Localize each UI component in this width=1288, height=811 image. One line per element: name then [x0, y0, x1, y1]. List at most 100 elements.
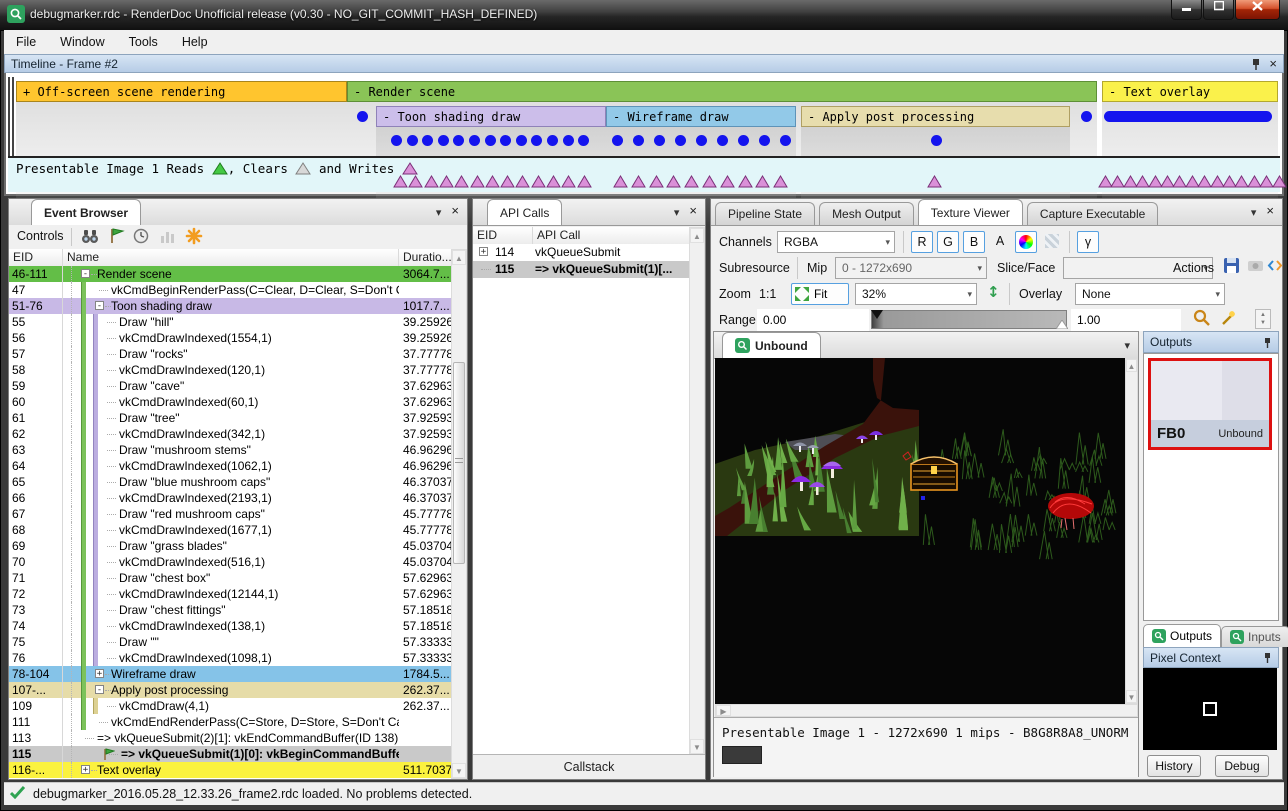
scroll-up-arrow[interactable]: ▲	[690, 228, 704, 243]
timeline-draw-dot[interactable]	[357, 111, 368, 122]
menu-tools[interactable]: Tools	[117, 35, 170, 49]
event-row[interactable]: 115=> vkQueueSubmit(1)[0]: vkBeginComman…	[9, 746, 451, 762]
bookmark-flag-icon[interactable]	[107, 227, 125, 245]
find-icon[interactable]	[81, 228, 99, 246]
timeline-draw-dot[interactable]	[931, 135, 942, 146]
texture-image[interactable]	[715, 358, 1125, 704]
overlay-select[interactable]: None▾	[1075, 283, 1225, 305]
history-button[interactable]: History	[1147, 755, 1201, 777]
channel-r-button[interactable]: R	[911, 231, 933, 253]
col-duration[interactable]: Duratio...	[399, 249, 451, 266]
scroll-right-arrow[interactable]: ▶	[716, 705, 731, 716]
zoom-1to1-button[interactable]: 1:1	[759, 287, 776, 301]
scroll-thumb[interactable]	[453, 362, 465, 564]
event-row[interactable]: 60vkCmdDrawIndexed(60,1)37.62963	[9, 394, 451, 410]
write-event-triangle[interactable]	[738, 175, 753, 188]
scroll-down-arrow[interactable]: ▼	[690, 739, 704, 754]
close-panel-icon[interactable]: ×	[689, 206, 697, 219]
minimize-button[interactable]	[1171, 0, 1202, 20]
write-event-triangle[interactable]	[485, 175, 500, 188]
write-event-triangle[interactable]	[408, 175, 423, 188]
write-event-triangle[interactable]	[500, 175, 515, 188]
event-row[interactable]: 74vkCmdDrawIndexed(138,1)57.18518	[9, 618, 451, 634]
event-row[interactable]: 69Draw "grass blades"45.03704	[9, 538, 451, 554]
timeline-draw-dot[interactable]	[633, 135, 644, 146]
scroll-up-arrow[interactable]: ▲	[452, 250, 466, 265]
api-call-row[interactable]: 115=> vkQueueSubmit(1)[...	[473, 261, 689, 278]
tab-capture-executable[interactable]: Capture Executable	[1027, 202, 1158, 225]
event-row[interactable]: 70vkCmdDrawIndexed(516,1)45.03704	[9, 554, 451, 570]
event-row[interactable]: 55Draw "hill"39.25926	[9, 314, 451, 330]
timeline-draw-capsule[interactable]	[1104, 111, 1272, 122]
timeline-draw-dot[interactable]	[563, 135, 574, 146]
timeline-draw-dot[interactable]	[738, 135, 749, 146]
event-row[interactable]: 64vkCmdDrawIndexed(1062,1)46.96296	[9, 458, 451, 474]
zoom-range-icon[interactable]	[1193, 309, 1211, 327]
close-button[interactable]	[1235, 0, 1280, 20]
timeline-draw-dot[interactable]	[516, 135, 527, 146]
mip-select[interactable]: 0 - 1272x690▾	[835, 257, 987, 279]
write-event-triangle[interactable]	[454, 175, 469, 188]
tab-mesh-output[interactable]: Mesh Output	[819, 202, 914, 225]
texture-hscrollbar[interactable]: ◀ ▶	[715, 704, 1138, 717]
event-row[interactable]: 111vkCmdEndRenderPass(C=Store, D=Store, …	[9, 714, 451, 730]
timeline-draw-dot[interactable]	[696, 135, 707, 146]
write-event-triangle[interactable]	[424, 175, 439, 188]
menu-file[interactable]: File	[4, 35, 48, 49]
write-event-triangle[interactable]	[755, 175, 770, 188]
timeline-draw-dot[interactable]	[759, 135, 770, 146]
event-table-body[interactable]: 46-111-Render scene3064.7...47vkCmdBegin…	[9, 266, 451, 779]
pixel-context-header[interactable]: Pixel Context	[1143, 647, 1279, 668]
pin-icon[interactable]	[1263, 337, 1272, 348]
channel-a-button[interactable]: B	[963, 231, 985, 253]
tab-api-calls[interactable]: API Calls	[487, 199, 562, 225]
texture-vscrollbar[interactable]: ▲ ▼	[1125, 358, 1138, 704]
api-call-row[interactable]: +114vkQueueSubmit	[473, 244, 689, 261]
event-row[interactable]: 59Draw "cave"37.62963	[9, 378, 451, 394]
range-min-field[interactable]: 0.00	[757, 309, 869, 331]
timeline-draw-dot[interactable]	[654, 135, 665, 146]
custom-star-icon[interactable]	[185, 227, 203, 245]
event-row[interactable]: 61Draw "tree"37.92593	[9, 410, 451, 426]
menu-window[interactable]: Window	[48, 35, 116, 49]
timeline-marker-bar[interactable]: - Render scene	[347, 81, 1097, 102]
write-event-triangle[interactable]	[546, 175, 561, 188]
write-event-triangle[interactable]	[666, 175, 681, 188]
write-event-triangle[interactable]	[684, 175, 699, 188]
timeline-marker-bar[interactable]: + Off-screen scene rendering	[16, 81, 347, 102]
write-event-triangle[interactable]	[515, 175, 530, 188]
event-row[interactable]: 113=> vkQueueSubmit(2)[1]: vkEndCommandB…	[9, 730, 451, 746]
timeline-draw-dot[interactable]	[407, 135, 418, 146]
event-row[interactable]: 75Draw ""57.33333	[9, 634, 451, 650]
fb0-thumbnail[interactable]: FB0 Unbound	[1148, 358, 1272, 450]
write-event-triangle[interactable]	[773, 175, 788, 188]
write-event-triangle[interactable]	[927, 175, 942, 188]
event-row[interactable]: 72vkCmdDrawIndexed(12144,1)57.62963	[9, 586, 451, 602]
menu-help[interactable]: Help	[170, 35, 220, 49]
write-event-triangle[interactable]	[1272, 175, 1287, 188]
scroll-down-arrow[interactable]: ▼	[452, 763, 466, 778]
write-event-triangle[interactable]	[531, 175, 546, 188]
timeline-marker-bar[interactable]: - Apply post processing	[801, 106, 1070, 127]
write-event-triangle[interactable]	[649, 175, 664, 188]
event-row[interactable]: 107-...-Apply post processing262.37...	[9, 682, 451, 698]
event-table-header[interactable]: EID Name Duratio...	[9, 249, 451, 267]
scroll-down-arrow[interactable]: ▼	[1126, 690, 1137, 703]
api-table-header[interactable]: EID API Call	[473, 227, 689, 245]
timeline-draw-dot[interactable]	[438, 135, 449, 146]
range-max-field[interactable]: 1.00	[1071, 309, 1181, 331]
event-row[interactable]: 63Draw "mushroom stems"46.96296	[9, 442, 451, 458]
save-icon[interactable]	[1223, 257, 1241, 275]
col-eid[interactable]: EID	[473, 227, 533, 244]
close-timeline-icon[interactable]: ×	[1269, 59, 1277, 69]
write-event-triangle[interactable]	[470, 175, 485, 188]
tab-unbound[interactable]: Unbound	[722, 332, 821, 358]
timeline-draw-dot[interactable]	[485, 135, 496, 146]
event-row[interactable]: 56vkCmdDrawIndexed(1554,1)39.25926	[9, 330, 451, 346]
scroll-up-arrow[interactable]: ▲	[1126, 359, 1137, 372]
callstack-bar[interactable]: Callstack	[473, 754, 705, 779]
timeline-draw-dot[interactable]	[675, 135, 686, 146]
panel-menu-icon[interactable]: ▾	[1124, 339, 1130, 352]
write-event-triangle[interactable]	[439, 175, 454, 188]
camera-icon[interactable]	[1247, 257, 1265, 275]
